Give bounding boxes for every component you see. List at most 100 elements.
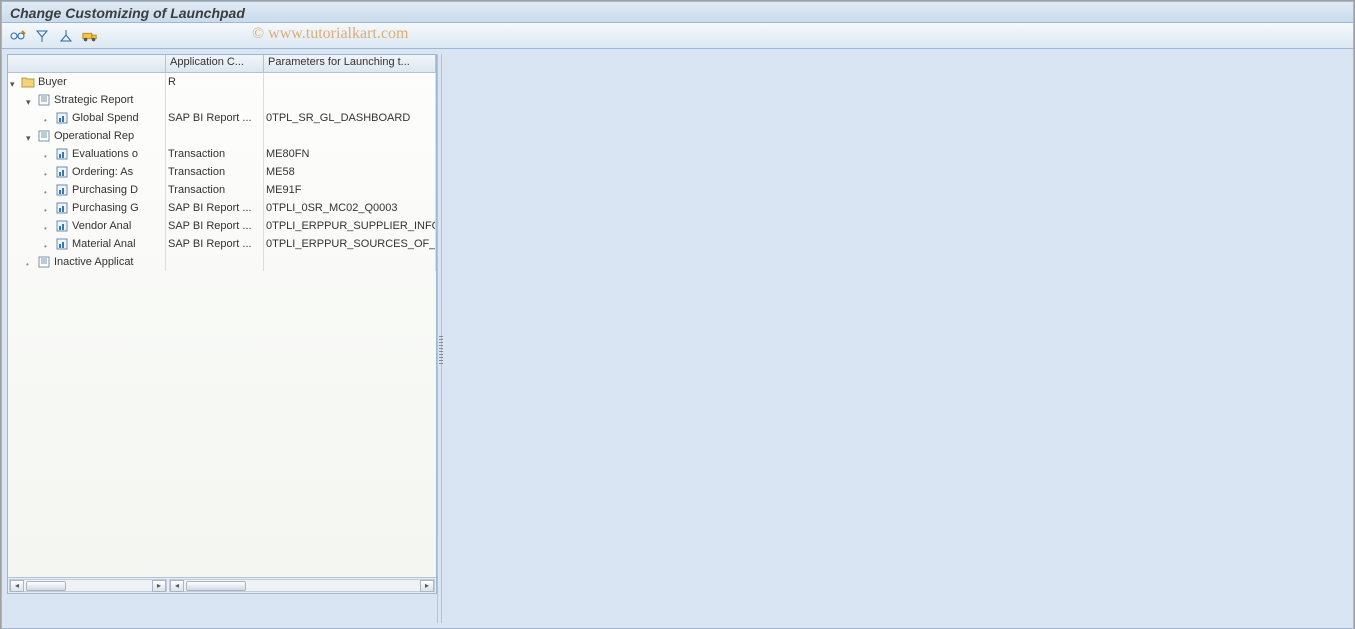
- tree-node-label-cell[interactable]: Inactive Applicat: [8, 253, 166, 271]
- node-label: Vendor Anal: [72, 220, 131, 232]
- hand-up-icon[interactable]: [58, 28, 74, 44]
- app-category-cell: Transaction: [166, 163, 264, 181]
- parameters-cell: 0TPLI_ERPPUR_SUPPLIER_INFO: [264, 217, 436, 235]
- node-label: Purchasing G: [72, 202, 139, 214]
- app-category-cell: R: [166, 73, 264, 91]
- node-label: Buyer: [38, 76, 67, 88]
- scrollbar-col1[interactable]: ◂ ▸: [9, 579, 167, 592]
- column-header-app-category[interactable]: Application C...: [166, 55, 264, 72]
- window-title: Change Customizing of Launchpad: [1, 1, 1354, 23]
- scroll-left-btn[interactable]: ◂: [170, 580, 184, 592]
- tree-header: Application C... Parameters for Launchin…: [8, 55, 436, 73]
- column-header-parameters[interactable]: Parameters for Launching t...: [264, 55, 436, 72]
- report-icon: [55, 237, 69, 251]
- node-label: Ordering: As: [72, 166, 133, 178]
- app-category-cell: SAP BI Report ...: [166, 235, 264, 253]
- content-area: Application C... Parameters for Launchin…: [1, 49, 1354, 629]
- leaf-bullet-icon: [44, 240, 53, 249]
- report-icon: [55, 147, 69, 161]
- leaf-bullet-icon: [44, 150, 53, 159]
- folder-icon: [21, 75, 35, 89]
- expander-open-icon[interactable]: [26, 96, 35, 105]
- toolbar: © www.tutorialkart.com: [1, 23, 1354, 49]
- parameters-cell: 0TPL_SR_GL_DASHBOARD: [264, 109, 436, 127]
- page-icon: [37, 93, 51, 107]
- page-icon: [37, 129, 51, 143]
- node-label: Operational Rep: [54, 130, 134, 142]
- tree-row[interactable]: Buyer R: [8, 73, 436, 91]
- scroll-right-btn[interactable]: ▸: [420, 580, 434, 592]
- tree-node-label-cell[interactable]: Material Anal: [8, 235, 166, 253]
- page-icon: [37, 255, 51, 269]
- tree-row[interactable]: Operational Rep: [8, 127, 436, 145]
- leaf-bullet-icon: [44, 204, 53, 213]
- app-category-cell: SAP BI Report ...: [166, 217, 264, 235]
- leaf-bullet-icon: [44, 114, 53, 123]
- tree-node-label-cell[interactable]: Strategic Report: [8, 91, 166, 109]
- report-icon: [55, 165, 69, 179]
- tree-row[interactable]: Strategic Report: [8, 91, 436, 109]
- tree-node-label-cell[interactable]: Global Spend: [8, 109, 166, 127]
- parameters-cell: ME91F: [264, 181, 436, 199]
- tree-node-label-cell[interactable]: Buyer: [8, 73, 166, 91]
- node-label: Evaluations o: [72, 148, 138, 160]
- app-category-cell: Transaction: [166, 181, 264, 199]
- app-category-cell: Transaction: [166, 145, 264, 163]
- tree-row[interactable]: Global Spend SAP BI Report ...0TPL_SR_GL_…: [8, 109, 436, 127]
- tree-node-label-cell[interactable]: Operational Rep: [8, 127, 166, 145]
- vertical-splitter[interactable]: [437, 54, 442, 623]
- parameters-cell: [264, 73, 436, 91]
- scrollbar-col-rest[interactable]: ◂ ▸: [169, 579, 435, 592]
- tree-row[interactable]: Ordering: As TransactionME58: [8, 163, 436, 181]
- tree-node-label-cell[interactable]: Ordering: As: [8, 163, 166, 181]
- transport-icon[interactable]: [82, 28, 98, 44]
- expander-open-icon[interactable]: [26, 132, 35, 141]
- tree-row[interactable]: Purchasing D TransactionME91F: [8, 181, 436, 199]
- tree-node-label-cell[interactable]: Purchasing D: [8, 181, 166, 199]
- app-category-cell: [166, 91, 264, 109]
- column-header-name[interactable]: [8, 55, 166, 72]
- leaf-bullet-icon: [44, 222, 53, 231]
- report-icon: [55, 219, 69, 233]
- tree-row[interactable]: Material Anal SAP BI Report ...0TPLI_ERPP…: [8, 235, 436, 253]
- scroll-left-btn[interactable]: ◂: [10, 580, 24, 592]
- leaf-bullet-icon: [44, 168, 53, 177]
- node-label: Global Spend: [72, 112, 139, 124]
- watermark-text: © www.tutorialkart.com: [252, 25, 408, 43]
- parameters-cell: [264, 91, 436, 109]
- hand-down-icon[interactable]: [34, 28, 50, 44]
- tree-row[interactable]: Evaluations o TransactionME80FN: [8, 145, 436, 163]
- tree-node-label-cell[interactable]: Evaluations o: [8, 145, 166, 163]
- horizontal-scrollbars: ◂ ▸ ◂ ▸: [8, 577, 436, 593]
- tree-row[interactable]: Purchasing G SAP BI Report ...0TPLI_0SR_M…: [8, 199, 436, 217]
- report-icon: [55, 183, 69, 197]
- expander-open-icon[interactable]: [10, 78, 19, 87]
- leaf-bullet-icon: [26, 258, 35, 267]
- title-text: Change Customizing of Launchpad: [10, 5, 245, 21]
- report-icon: [55, 201, 69, 215]
- parameters-cell: 0TPLI_ERPPUR_SOURCES_OF_S: [264, 235, 436, 253]
- parameters-cell: ME80FN: [264, 145, 436, 163]
- node-label: Strategic Report: [54, 94, 133, 106]
- glasses-pencil-icon[interactable]: [10, 28, 26, 44]
- parameters-cell: [264, 127, 436, 145]
- tree-panel: Application C... Parameters for Launchin…: [7, 54, 437, 594]
- scroll-right-btn[interactable]: ▸: [152, 580, 166, 592]
- scroll-thumb[interactable]: [186, 581, 246, 591]
- app-category-cell: SAP BI Report ...: [166, 109, 264, 127]
- node-label: Purchasing D: [72, 184, 138, 196]
- tree-body[interactable]: Buyer R Strategic Report Global Spend SAP BI…: [8, 73, 436, 577]
- leaf-bullet-icon: [44, 186, 53, 195]
- tree-node-label-cell[interactable]: Vendor Anal: [8, 217, 166, 235]
- node-label: Material Anal: [72, 238, 136, 250]
- scroll-thumb[interactable]: [26, 581, 66, 591]
- tree-row[interactable]: Inactive Applicat: [8, 253, 436, 271]
- app-category-cell: SAP BI Report ...: [166, 199, 264, 217]
- app-category-cell: [166, 253, 264, 271]
- report-icon: [55, 111, 69, 125]
- app-category-cell: [166, 127, 264, 145]
- parameters-cell: 0TPLI_0SR_MC02_Q0003: [264, 199, 436, 217]
- tree-node-label-cell[interactable]: Purchasing G: [8, 199, 166, 217]
- parameters-cell: ME58: [264, 163, 436, 181]
- tree-row[interactable]: Vendor Anal SAP BI Report ...0TPLI_ERPPUR…: [8, 217, 436, 235]
